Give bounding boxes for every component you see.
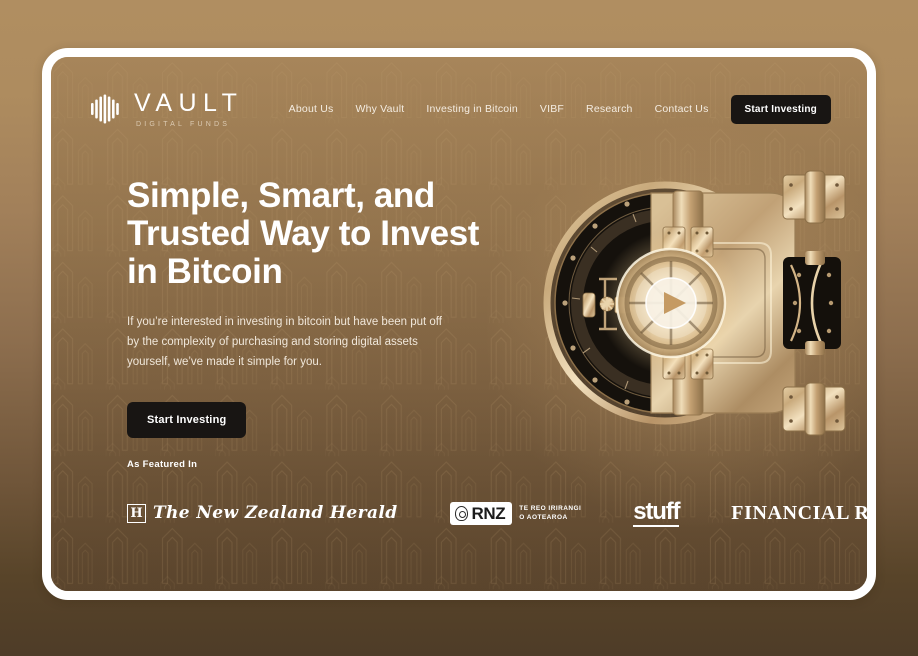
press-logo-stuff[interactable]: stuff [633, 499, 680, 528]
rnz-badge: RNZ [449, 501, 513, 525]
nz-herald-monogram-icon: H [127, 503, 146, 523]
rnz-koru-icon [454, 505, 468, 521]
as-featured-in-section: As Featured In H The New Zealand Herald … [127, 459, 867, 530]
page-frame: VAULT DIGITAL FUNDS About Us Why Vault I… [42, 48, 876, 600]
vault-bars-logo-icon [91, 94, 119, 124]
header-start-investing-button[interactable]: Start Investing [730, 94, 831, 124]
hero-paragraph: If you’re interested in investing in bit… [127, 316, 442, 368]
hero-content: Simple, Smart, and Trusted Way to Invest… [127, 176, 527, 438]
nav-item-investing-in-bitcoin[interactable]: Investing in Bitcoin [426, 103, 518, 115]
main-navigation: About Us Why Vault Investing in Bitcoin … [289, 94, 831, 124]
press-logo-rnz[interactable]: RNZ TE REO IRIRANGI O AOTEAROA [449, 501, 582, 525]
nz-herald-wordmark: The New Zealand Herald [153, 503, 398, 523]
nav-item-vibf[interactable]: VIBF [540, 103, 564, 115]
nav-item-about-us[interactable]: About Us [289, 103, 334, 115]
nav-item-why-vault[interactable]: Why Vault [355, 103, 404, 115]
vault-door-image[interactable] [533, 153, 867, 453]
page-root: VAULT DIGITAL FUNDS About Us Why Vault I… [0, 0, 918, 656]
press-logo-financial-review[interactable]: FINANCIAL REVIEW [731, 502, 867, 525]
rnz-tagline-line1: TE REO IRIRANGI [519, 504, 582, 512]
brand-logo[interactable]: VAULT DIGITAL FUNDS [91, 88, 244, 128]
press-logo-list: H The New Zealand Herald RNZ TE REO IRIR… [127, 496, 867, 530]
hero-start-investing-button[interactable]: Start Investing [127, 401, 247, 438]
hero-headline: Simple, Smart, and Trusted Way to Invest… [127, 176, 480, 292]
rnz-tagline: TE REO IRIRANGI O AOTEAROA [519, 504, 581, 523]
rnz-wordmark: RNZ [471, 503, 506, 523]
nav-item-research[interactable]: Research [586, 103, 633, 115]
hero-section: VAULT DIGITAL FUNDS About Us Why Vault I… [51, 57, 867, 591]
brand-tagline: DIGITAL FUNDS [136, 120, 231, 128]
site-header: VAULT DIGITAL FUNDS About Us Why Vault I… [51, 57, 867, 161]
rnz-tagline-line2: O AOTEAROA [519, 514, 568, 521]
as-featured-in-label: As Featured In [127, 459, 198, 470]
vault-door-graphic [543, 170, 846, 436]
nav-item-contact-us[interactable]: Contact Us [655, 103, 709, 115]
press-logo-nz-herald[interactable]: H The New Zealand Herald [127, 503, 398, 523]
brand-name: VAULT [134, 88, 244, 117]
